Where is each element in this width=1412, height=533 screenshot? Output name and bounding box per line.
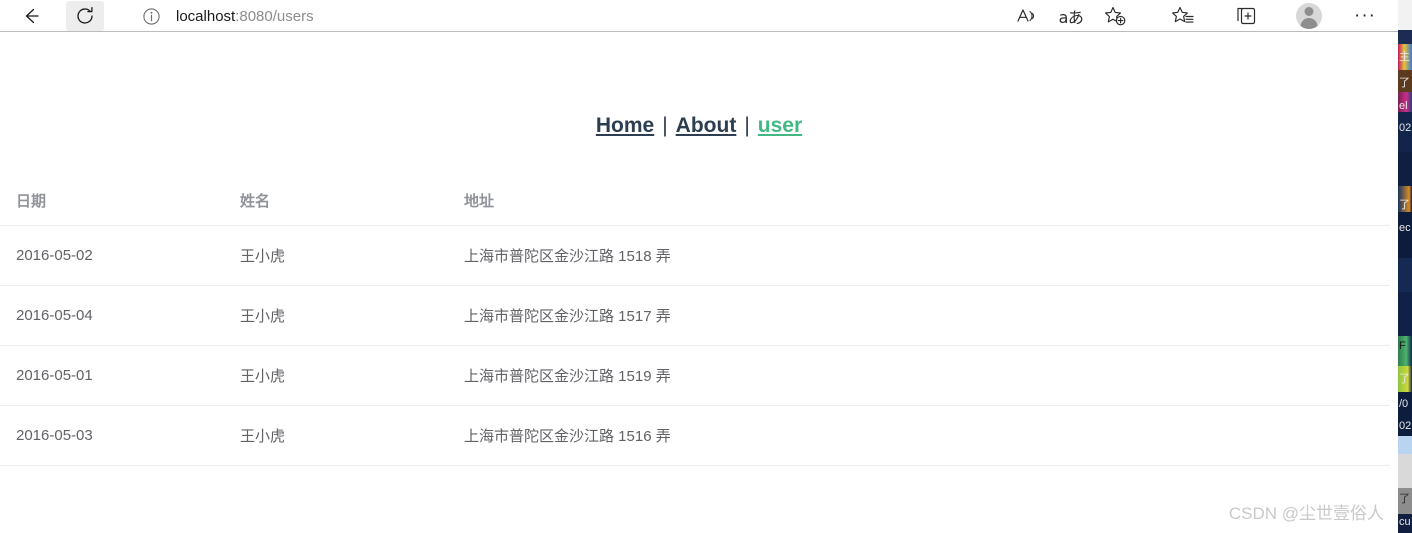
nav-link-user[interactable]: user <box>757 114 803 137</box>
url-text[interactable]: localhost:8080/users <box>176 8 314 25</box>
translate-glyph: aあ <box>1058 8 1084 27</box>
favorites-icon[interactable] <box>1166 1 1200 31</box>
sliver-text: cu <box>1399 516 1411 528</box>
cell-address: 上海市普陀区金沙江路 1517 弄 <box>448 285 1390 346</box>
more-options-icon[interactable]: ··· <box>1348 1 1382 31</box>
sliver-text: 了 <box>1399 373 1410 385</box>
sliver-text: 主 <box>1399 51 1410 63</box>
cell-name: 王小虎 <box>224 285 448 346</box>
add-favorite-icon[interactable] <box>1098 1 1132 31</box>
sliver-text: ec <box>1399 222 1411 234</box>
table-row[interactable]: 2016-05-03 王小虎 上海市普陀区金沙江路 1516 弄 <box>0 405 1390 466</box>
users-table: 日期 姓名 地址 2016-05-02 王小虎 上海市普陀区金沙江路 1518 … <box>0 178 1390 466</box>
cell-date: 2016-05-02 <box>0 225 224 286</box>
browser-toolbar: localhost:8080/users aあ ··· <box>0 0 1398 32</box>
cell-address: 上海市普陀区金沙江路 1516 弄 <box>448 405 1390 466</box>
sliver-text: 了 <box>1399 199 1410 211</box>
avatar-image <box>1296 3 1322 29</box>
cell-name: 王小虎 <box>224 345 448 406</box>
sliver-text: /0 <box>1399 398 1409 410</box>
sliver-text: F <box>1399 340 1406 352</box>
table-row[interactable]: 2016-05-01 王小虎 上海市普陀区金沙江路 1519 弄 <box>0 345 1390 406</box>
toolbar-actions: aあ ··· <box>1010 0 1398 32</box>
nav-link-about[interactable]: About <box>675 114 738 137</box>
sliver-text: el <box>1399 100 1408 112</box>
table-head: 日期 姓名 地址 <box>0 178 1390 226</box>
reload-button[interactable] <box>66 0 104 31</box>
table-row[interactable]: 2016-05-04 王小虎 上海市普陀区金沙江路 1517 弄 <box>0 285 1390 346</box>
back-arrow-icon <box>20 5 42 27</box>
cell-address: 上海市普陀区金沙江路 1519 弄 <box>448 345 1390 406</box>
cell-name: 王小虎 <box>224 405 448 466</box>
sliver-band <box>1398 258 1412 292</box>
sliver-band <box>1398 30 1412 44</box>
sliver-band <box>1398 436 1412 454</box>
column-header-date[interactable]: 日期 <box>0 178 224 226</box>
table-body: 2016-05-02 王小虎 上海市普陀区金沙江路 1518 弄 2016-05… <box>0 225 1390 466</box>
cell-address: 上海市普陀区金沙江路 1518 弄 <box>448 225 1390 286</box>
cell-date: 2016-05-01 <box>0 345 224 406</box>
csdn-watermark: CSDN @尘世壹俗人 <box>1228 504 1384 523</box>
collections-icon[interactable] <box>1230 1 1264 31</box>
sliver-text: 02 <box>1399 122 1412 134</box>
nav-link-home[interactable]: Home <box>595 114 655 137</box>
url-path: :8080/users <box>235 7 314 25</box>
sliver-band <box>1398 212 1412 258</box>
background-window-sliver[interactable]: 主 了 el 02 了 ec F 了 /0 02 了 cu <box>1398 0 1412 533</box>
back-button[interactable] <box>12 1 50 31</box>
profile-avatar[interactable] <box>1292 1 1326 31</box>
sliver-band <box>1398 454 1412 488</box>
site-nav: Home | About | user <box>0 32 1398 138</box>
sliver-band <box>1398 292 1412 336</box>
more-dots-glyph: ··· <box>1354 5 1376 26</box>
read-aloud-icon[interactable] <box>1010 1 1044 31</box>
site-info-icon[interactable] <box>140 5 162 27</box>
sliver-band <box>1398 152 1412 186</box>
sliver-band <box>1398 0 1412 30</box>
column-header-name[interactable]: 姓名 <box>224 178 448 226</box>
reload-icon <box>74 5 96 27</box>
url-host: localhost <box>176 7 236 25</box>
table-row[interactable]: 2016-05-02 王小虎 上海市普陀区金沙江路 1518 弄 <box>0 225 1390 286</box>
cell-name: 王小虎 <box>224 225 448 286</box>
column-header-address[interactable]: 地址 <box>448 178 1390 226</box>
sliver-text: 02 <box>1399 420 1412 432</box>
cell-date: 2016-05-03 <box>0 405 224 466</box>
nav-separator-1: | <box>662 114 668 137</box>
browser-window: localhost:8080/users aあ ··· Home | About… <box>0 0 1398 533</box>
cell-date: 2016-05-04 <box>0 285 224 346</box>
nav-separator-2: | <box>744 114 750 137</box>
translate-icon[interactable]: aあ <box>1054 1 1088 31</box>
users-table-wrapper: 日期 姓名 地址 2016-05-02 王小虎 上海市普陀区金沙江路 1518 … <box>0 178 1390 466</box>
address-bar[interactable]: localhost:8080/users <box>128 1 1163 31</box>
table-header-row: 日期 姓名 地址 <box>0 178 1390 226</box>
sliver-text: 了 <box>1399 77 1410 89</box>
page-content: Home | About | user 日期 姓名 地址 2016-05-02 王小虎 … <box>0 32 1398 532</box>
sliver-text: 了 <box>1399 493 1410 505</box>
